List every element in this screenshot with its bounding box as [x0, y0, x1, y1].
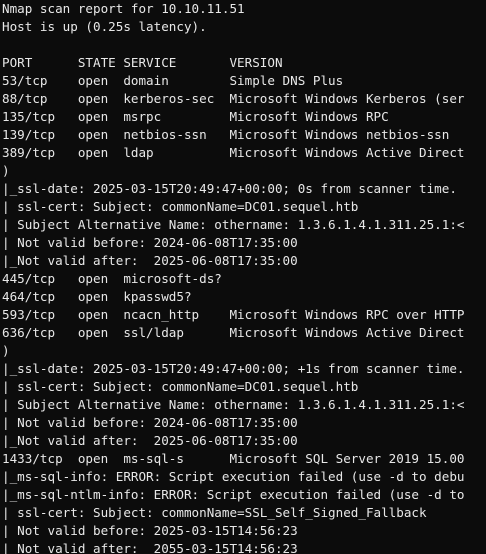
port-row: 53/tcp open domain Simple DNS Plus	[2, 73, 344, 88]
script-output-line: | ssl-cert: Subject: commonName=DC01.seq…	[2, 379, 359, 394]
script-output-line: |_ssl-date: 2025-03-15T20:49:47+00:00; +…	[2, 361, 465, 376]
output-line: )	[2, 163, 10, 178]
port-row: 464/tcp open kpasswd5?	[2, 289, 192, 304]
script-output-line: | Subject Alternative Name: othername: 1…	[2, 397, 465, 412]
script-output-line: | Not valid before: 2024-06-08T17:35:00	[2, 415, 298, 430]
script-output-line: | ssl-cert: Subject: commonName=DC01.seq…	[2, 199, 359, 214]
script-output-line: |_Not valid after: 2025-06-08T17:35:00	[2, 433, 298, 448]
script-output-line: |_Not valid after: 2025-06-08T17:35:00	[2, 253, 298, 268]
port-row: 88/tcp open kerberos-sec Microsoft Windo…	[2, 91, 465, 106]
script-output-line: | Not valid before: 2024-06-08T17:35:00	[2, 235, 298, 250]
script-output-line: |_ms-sql-ntlm-info: ERROR: Script execut…	[2, 487, 465, 502]
host-status-line: Host is up (0.25s latency).	[2, 19, 207, 34]
port-row: 1433/tcp open ms-sql-s Microsoft SQL Ser…	[2, 451, 465, 466]
port-row: 135/tcp open msrpc Microsoft Windows RPC	[2, 109, 389, 124]
script-output-line: | Subject Alternative Name: othername: 1…	[2, 217, 465, 232]
port-row: 445/tcp open microsoft-ds?	[2, 271, 222, 286]
terminal-output[interactable]: Nmap scan report for 10.10.11.51 Host is…	[0, 0, 486, 554]
port-row: 139/tcp open netbios-ssn Microsoft Windo…	[2, 127, 450, 142]
script-output-line: | Not valid before: 2025-03-15T14:56:23	[2, 523, 298, 538]
output-line: )	[2, 343, 10, 358]
port-row: 389/tcp open ldap Microsoft Windows Acti…	[2, 145, 465, 160]
port-row: 636/tcp open ssl/ldap Microsoft Windows …	[2, 325, 465, 340]
script-output-line: |_Not valid after: 2055-03-15T14:56:23	[2, 541, 298, 554]
port-row: 593/tcp open ncacn_http Microsoft Window…	[2, 307, 465, 322]
script-output-line: |_ms-sql-info: ERROR: Script execution f…	[2, 469, 465, 484]
column-header-line: PORT STATE SERVICE VERSION	[2, 55, 283, 70]
script-output-line: |_ssl-date: 2025-03-15T20:49:47+00:00; 0…	[2, 181, 457, 196]
script-output-line: | ssl-cert: Subject: commonName=SSL_Self…	[2, 505, 427, 520]
scan-report-line: Nmap scan report for 10.10.11.51	[2, 1, 245, 16]
